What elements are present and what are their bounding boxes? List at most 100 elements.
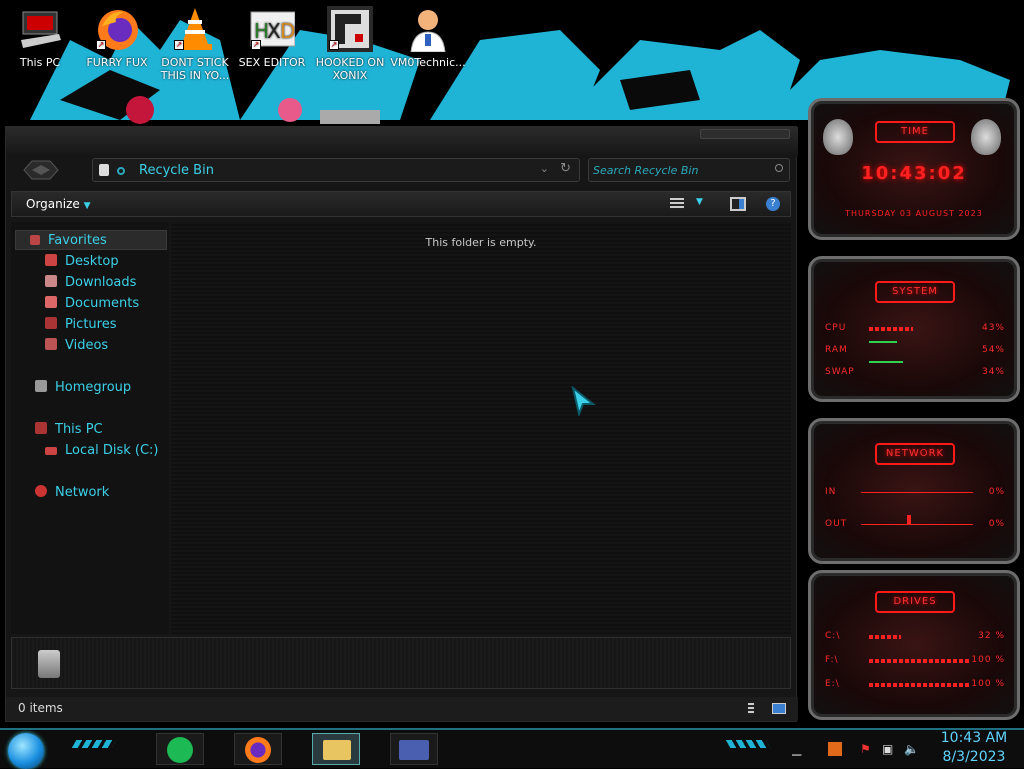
drive-f-meter [869,659,969,663]
nav-item-downloads[interactable]: Downloads [45,273,136,293]
tray-overflow-icon[interactable]: ▁ [792,742,801,756]
folder-icon [323,740,351,760]
shortcut-arrow-icon: ↗ [174,40,184,50]
desktop-icon-label: This PC [19,56,61,69]
shortcut-arrow-icon: ↗ [251,40,261,50]
taskbar-firefox-button[interactable] [234,733,282,765]
explorer-window: Recycle Bin ⌄ ↻ Organize ▼ ▼ ? Favorites… [5,126,798,722]
homegroup-icon [35,380,47,392]
xonix-game-icon: ↗ [327,6,373,52]
network-in-row: IN 0% [825,487,1005,497]
gadget-date: THURSDAY 03 AUGUST 2023 [845,209,983,218]
volume-icon[interactable]: 🔈 [904,742,919,756]
search-box[interactable] [588,158,790,182]
computer-icon [17,6,63,52]
documents-icon [45,296,57,308]
taskbar-app-button[interactable] [390,733,438,765]
file-list-pane[interactable]: This folder is empty. [171,222,791,634]
navigation-pane: Favorites Desktop Downloads Documents Pi… [11,222,169,634]
taskbar-spotify-button[interactable] [156,733,204,765]
ram-row: RAM 54% [825,341,1005,355]
nav-item-pictures[interactable]: Pictures [45,315,116,335]
refresh-icon[interactable]: ↻ [560,161,571,176]
shortcut-arrow-icon: ↗ [329,40,339,50]
recycle-bin-icon [38,650,60,678]
nav-item-this-pc[interactable]: This PC [35,420,103,440]
chevron-down-icon[interactable]: ⌄ [540,162,549,175]
gadget-title: TIME [875,121,955,143]
alien-head-icon [971,119,1001,155]
nav-item-favorites[interactable]: Favorites [15,230,167,250]
drive-e-meter [869,683,969,687]
taskbar: ▁ ⚑ ▣ 🔈 10:43 AM 8/3/2023 [0,728,1024,769]
doctor-avatar-icon [405,6,451,53]
taskbar-explorer-button[interactable] [312,733,360,765]
organize-button[interactable]: Organize ▼ [26,197,91,211]
help-icon[interactable]: ? [766,197,780,211]
nav-item-local-disk[interactable]: Local Disk (C:) [45,441,158,461]
desktop-icon-dont-stick[interactable]: ↗ DONT STICK THIS IN YO... [157,6,233,82]
system-gadget: SYSTEM CPU 43% RAM 54% SWAP 34% [808,256,1020,402]
chevron-down-icon[interactable]: ▼ [696,197,703,207]
clock-date: 8/3/2023 [942,749,1006,765]
empty-folder-message: This folder is empty. [425,236,537,249]
network-out-row: OUT 0% [825,515,1005,529]
drive-c-row: C:\ 32 % [825,631,1005,641]
tray-app-icon[interactable] [828,742,842,756]
search-input[interactable] [593,162,773,178]
chevron-down-icon: ▼ [83,201,91,211]
app-window-icon [399,740,429,760]
command-bar: Organize ▼ ▼ ? [11,191,791,217]
window-controls[interactable] [700,129,790,139]
taskbar-decoration-right [725,740,771,748]
desktop-icon-furry-fux[interactable]: ↗ FURRY FUX [79,6,155,69]
drive-c-meter [869,635,901,639]
desktop-icon-label: VM0Technic... [390,56,466,69]
start-button[interactable] [8,733,44,769]
network-in-graph [861,492,973,493]
swap-row: SWAP 34% [825,361,1005,377]
hxd-editor-icon: HXD ↗ [249,6,296,52]
large-icons-view-icon[interactable] [772,703,786,714]
pictures-icon [45,317,57,329]
action-center-flag-icon[interactable]: ⚑ [860,742,871,756]
time-gadget: TIME 10:43:02 THURSDAY 03 AUGUST 2023 [808,98,1020,240]
vlc-cone-icon: ↗ [172,6,218,52]
network-gadget: NETWORK IN 0% OUT 0% [808,418,1020,564]
details-view-icon[interactable] [748,703,754,715]
address-text: Recycle Bin [139,163,214,178]
desktop-icon-hooked-on-xonix[interactable]: ↗ HOOKED ON XONIX [312,6,388,82]
network-tray-icon[interactable]: ▣ [882,742,893,756]
gadget-title: NETWORK [875,443,955,465]
window-title-bar[interactable] [6,127,798,157]
drives-gadget: DRIVES C:\ 32 % F:\ 100 % E:\ 100 % [808,570,1020,720]
nav-item-documents[interactable]: Documents [45,294,139,314]
item-count: 0 items [18,701,63,715]
nav-item-videos[interactable]: Videos [45,336,108,356]
nav-item-desktop[interactable]: Desktop [45,252,119,272]
network-out-spike [907,515,911,525]
firefox-icon [245,737,271,763]
nav-item-network[interactable]: Network [35,483,109,503]
preview-pane-icon[interactable] [730,197,746,211]
desktop-icon-sex-editor[interactable]: HXD ↗ SEX EDITOR [234,6,310,69]
view-options-icon[interactable] [670,198,684,210]
hard-drive-icon [45,447,57,455]
cpu-row: CPU 43% [825,323,1005,333]
desktop-icon [45,254,57,266]
taskbar-decoration-left [71,740,117,748]
downloads-icon [45,275,57,287]
details-pane [11,637,791,689]
address-bar[interactable]: Recycle Bin ⌄ ↻ [92,158,580,182]
computer-icon [35,422,47,434]
desktop-icon-vm0technic[interactable]: VM0Technic... [390,6,466,69]
cpu-meter [869,327,913,331]
gadget-title: SYSTEM [875,281,955,303]
desktop-icon-label: FURRY FUX [86,56,148,69]
nav-item-homegroup[interactable]: Homegroup [35,378,131,398]
search-icon[interactable] [775,164,783,172]
network-out-graph [861,524,973,525]
desktop-icon-this-pc[interactable]: This PC [2,6,78,69]
desktop-icon-label: SEX EDITOR [238,56,306,69]
back-forward-button[interactable] [22,157,60,183]
